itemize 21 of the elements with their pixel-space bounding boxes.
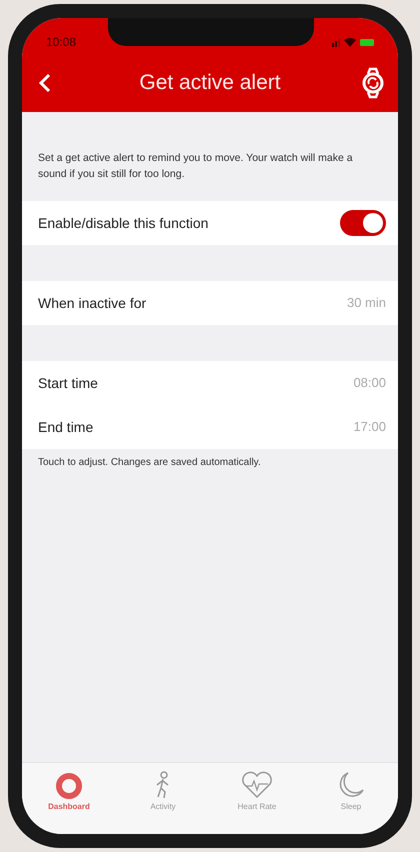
footnote-text: Touch to adjust. Changes are saved automatically. (37, 456, 262, 470)
setting-label: Enable/disable this function (38, 214, 208, 231)
setting-label: When inactive for (38, 294, 146, 311)
setting-label: Start time (38, 374, 98, 391)
tab-item[interactable]: Heart Rate (217, 769, 297, 812)
tab-item[interactable]: Activity (123, 769, 203, 812)
setting-value[interactable]: 08:00 (353, 375, 386, 390)
status-icons-drawing (332, 37, 376, 47)
status-time: 10:08 (46, 35, 76, 49)
chevron-left-icon (38, 72, 52, 94)
tab-item[interactable]: Sleep (311, 769, 391, 812)
setting-value[interactable]: 17:00 (353, 419, 386, 434)
watch-sync-icon[interactable] (360, 67, 386, 99)
setting-value[interactable]: 30 min (346, 295, 386, 310)
tab-item[interactable]: Dashboard (29, 769, 109, 812)
intro-text: Set a get active alert to remind you to move. Your watch will make a sound if you sit still for too long. (37, 151, 354, 182)
page-title: Get active alert (139, 71, 281, 95)
ring-icon (54, 770, 84, 800)
heart-pulse-icon (240, 770, 274, 800)
toggle-switch[interactable] (340, 210, 386, 236)
setting-label: End time (38, 418, 94, 435)
